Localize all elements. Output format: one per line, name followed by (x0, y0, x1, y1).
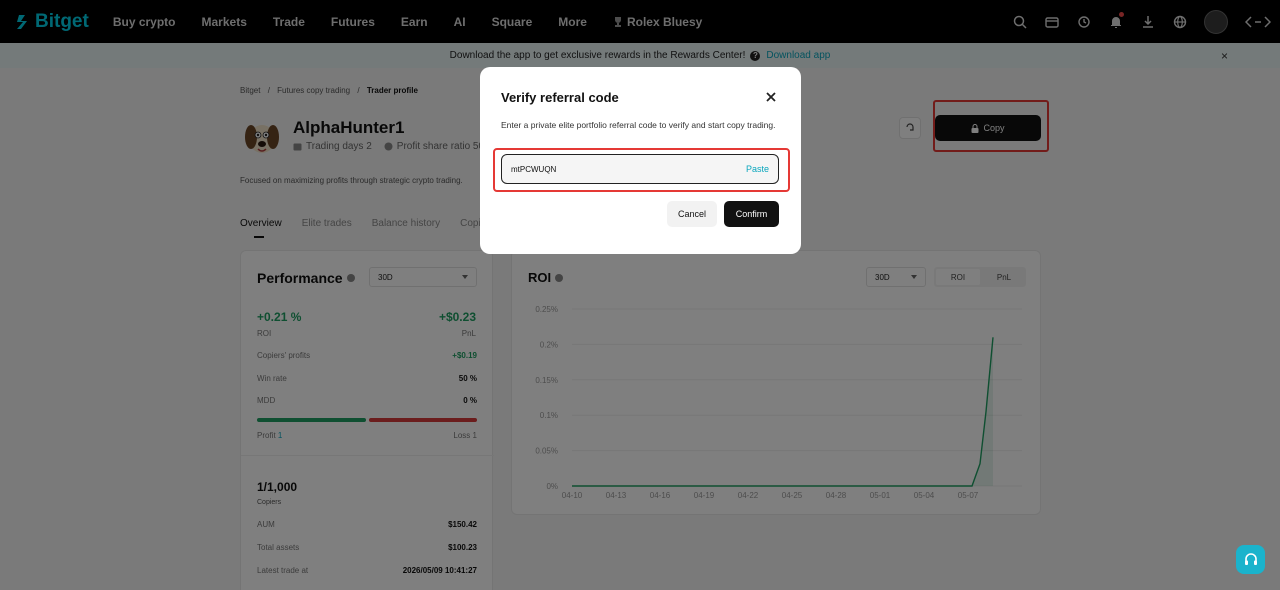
headset-icon (1244, 552, 1257, 565)
modal-description: Enter a private elite portfolio referral… (501, 120, 776, 130)
input-highlight (493, 148, 790, 192)
cancel-button[interactable]: Cancel (667, 201, 717, 227)
verify-referral-modal: Verify referral code Enter a private eli… (480, 67, 801, 254)
close-icon[interactable] (765, 91, 777, 103)
support-chat-button[interactable] (1236, 545, 1265, 574)
confirm-button[interactable]: Confirm (724, 201, 779, 227)
modal-title: Verify referral code (501, 90, 619, 105)
